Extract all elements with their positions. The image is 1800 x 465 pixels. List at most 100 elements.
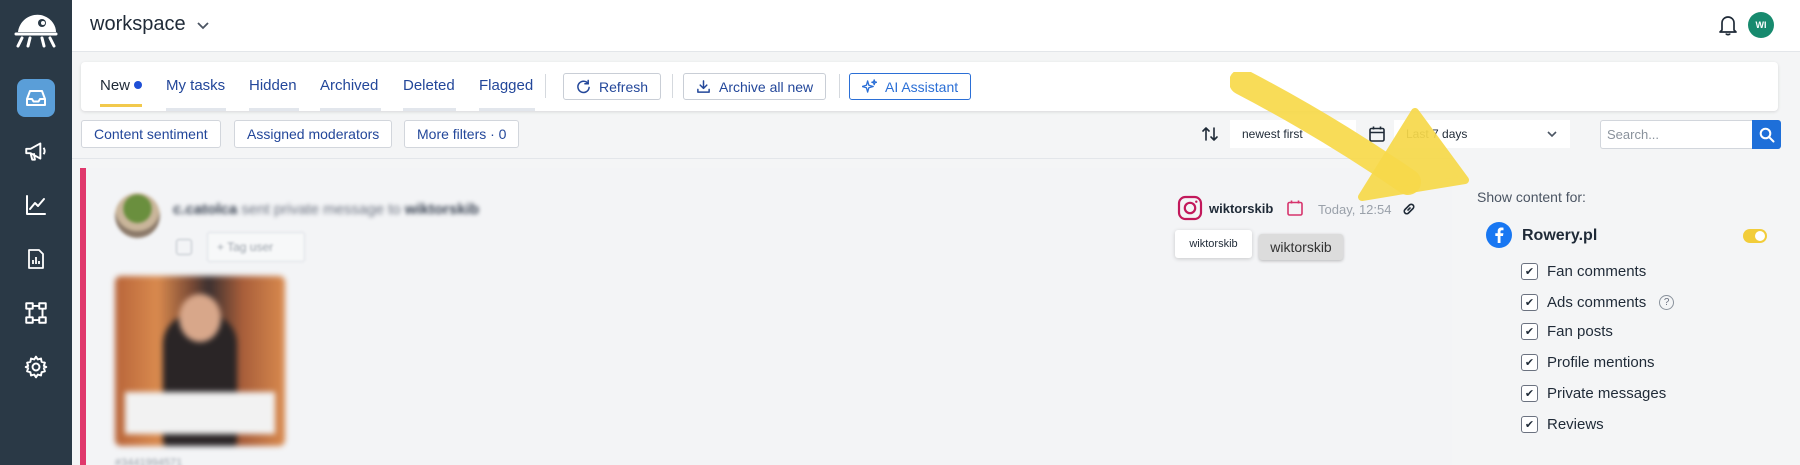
- option-label: Private messages: [1547, 385, 1667, 402]
- option-reviews[interactable]: ✔ Reviews: [1521, 416, 1604, 433]
- page-name: Rowery.pl: [1522, 227, 1598, 244]
- download-icon: [697, 80, 710, 93]
- avatar[interactable]: WI: [1748, 12, 1774, 38]
- logo-icon[interactable]: [12, 8, 60, 50]
- search-input[interactable]: [1600, 120, 1752, 149]
- checkbox[interactable]: ✔: [1521, 416, 1538, 433]
- option-fan-posts[interactable]: ✔ Fan posts: [1521, 323, 1613, 340]
- sort-select[interactable]: newest first: [1230, 120, 1356, 148]
- tab-underline: [479, 108, 535, 111]
- link-icon[interactable]: [1401, 201, 1417, 222]
- tag-user-button[interactable]: + Tag user: [207, 232, 305, 262]
- tab-underline: [249, 108, 299, 111]
- sidebar: [0, 0, 72, 465]
- date-range-value: Last 7 days: [1406, 127, 1468, 141]
- tab-label: My tasks: [166, 77, 226, 94]
- tab-archived[interactable]: Archived: [320, 77, 378, 104]
- chevron-down-icon: [196, 21, 209, 29]
- date-range-select[interactable]: Last 7 days: [1394, 120, 1570, 148]
- refresh-label: Refresh: [599, 78, 649, 95]
- option-fan-comments[interactable]: ✔ Fan comments: [1521, 263, 1646, 280]
- reports-icon[interactable]: [17, 240, 55, 278]
- help-icon[interactable]: ?: [1659, 295, 1675, 310]
- option-ads-comments[interactable]: ✔ Ads comments?: [1521, 294, 1675, 311]
- option-label: Reviews: [1547, 416, 1604, 433]
- tab-my-tasks[interactable]: My tasks: [166, 77, 225, 104]
- tab-label: Deleted: [403, 77, 455, 94]
- native-tooltip: wiktorskib: [1259, 234, 1343, 260]
- image-caption: [125, 392, 275, 434]
- checkbox[interactable]: ✔: [1521, 385, 1538, 402]
- workspace-switcher[interactable]: workspace: [90, 13, 210, 36]
- megaphone-icon[interactable]: [17, 132, 55, 170]
- option-label: Fan comments: [1547, 263, 1647, 280]
- message-id: #3441994571: [115, 457, 183, 465]
- tab-label: Archived: [320, 77, 379, 94]
- content-sentiment-filter[interactable]: Content sentiment: [81, 120, 221, 148]
- facebook-icon: [1486, 222, 1512, 253]
- tab-underline: [403, 108, 456, 111]
- inbox-icon[interactable]: [17, 79, 55, 117]
- bell-icon[interactable]: [1718, 14, 1738, 41]
- account-tooltip: wiktorskib: [1175, 230, 1252, 258]
- option-profile-mentions[interactable]: ✔ Profile mentions: [1521, 354, 1655, 371]
- image-face: [179, 294, 221, 342]
- tab-new[interactable]: New: [100, 77, 143, 107]
- search-icon: [1759, 127, 1774, 142]
- checkbox[interactable]: ✔: [1521, 263, 1538, 280]
- search-button[interactable]: [1752, 120, 1781, 149]
- sparkle-icon: [862, 79, 877, 93]
- divider: [72, 158, 1452, 159]
- avatar: [115, 193, 160, 238]
- checkbox[interactable]: ✔: [1521, 323, 1538, 340]
- checkbox[interactable]: ✔: [1521, 354, 1538, 371]
- calendar-icon[interactable]: [1286, 199, 1304, 222]
- tab-label: New: [100, 77, 131, 94]
- message-author: c.catolca: [173, 201, 238, 218]
- sort-icon[interactable]: [1200, 124, 1220, 149]
- tab-hidden[interactable]: Hidden: [249, 77, 297, 104]
- instagram-icon: [1177, 195, 1203, 226]
- option-label: Ads comments: [1547, 294, 1647, 311]
- settings-icon[interactable]: [17, 348, 55, 386]
- page-toggle[interactable]: [1743, 229, 1767, 243]
- divider: [545, 74, 546, 98]
- option-private-messages[interactable]: ✔ Private messages: [1521, 385, 1666, 402]
- assigned-moderators-filter[interactable]: Assigned moderators: [234, 120, 393, 148]
- panel-heading: Show content for:: [1477, 189, 1586, 205]
- option-label: Fan posts: [1547, 323, 1613, 340]
- tab-flagged[interactable]: Flagged: [479, 77, 533, 104]
- calendar-icon[interactable]: [176, 239, 192, 255]
- tab-label: Flagged: [479, 77, 534, 94]
- more-filters-button[interactable]: More filters · 0: [404, 120, 520, 148]
- message-image[interactable]: [115, 276, 285, 446]
- workspace-title: workspace: [90, 13, 186, 35]
- message-timestamp: Today, 12:54: [1318, 202, 1392, 217]
- divider: [839, 74, 840, 98]
- top-bar: workspace WI: [72, 0, 1800, 52]
- account-name[interactable]: wiktorskib: [1209, 201, 1273, 216]
- archive-all-label: Archive all new: [719, 78, 814, 95]
- message-action: sent private message to: [241, 201, 401, 218]
- divider: [672, 74, 673, 98]
- ai-assistant-button[interactable]: AI Assistant: [849, 73, 972, 100]
- ai-assistant-label: AI Assistant: [885, 78, 959, 95]
- checkbox[interactable]: ✔: [1521, 294, 1538, 311]
- refresh-icon: [577, 79, 590, 94]
- tab-label: Hidden: [249, 77, 297, 94]
- chevron-down-icon: [1547, 131, 1557, 138]
- new-indicator-dot: [134, 81, 143, 89]
- message-title: c.catolca sent private message to wiktor…: [173, 201, 479, 218]
- calendar-icon[interactable]: [1368, 125, 1386, 148]
- tabs-toolbar: New My tasks Hidden Archived Deleted Fla…: [81, 62, 1778, 111]
- refresh-button[interactable]: Refresh: [563, 73, 662, 100]
- automation-icon[interactable]: [17, 294, 55, 332]
- tab-deleted[interactable]: Deleted: [403, 77, 455, 104]
- tab-underline: [320, 108, 381, 111]
- sort-value: newest first: [1242, 127, 1303, 141]
- archive-all-button[interactable]: Archive all new: [683, 73, 827, 100]
- analytics-icon[interactable]: [17, 186, 55, 224]
- option-label: Profile mentions: [1547, 354, 1655, 371]
- message-recipient: wiktorskib: [404, 201, 480, 218]
- tab-underline: [166, 108, 226, 111]
